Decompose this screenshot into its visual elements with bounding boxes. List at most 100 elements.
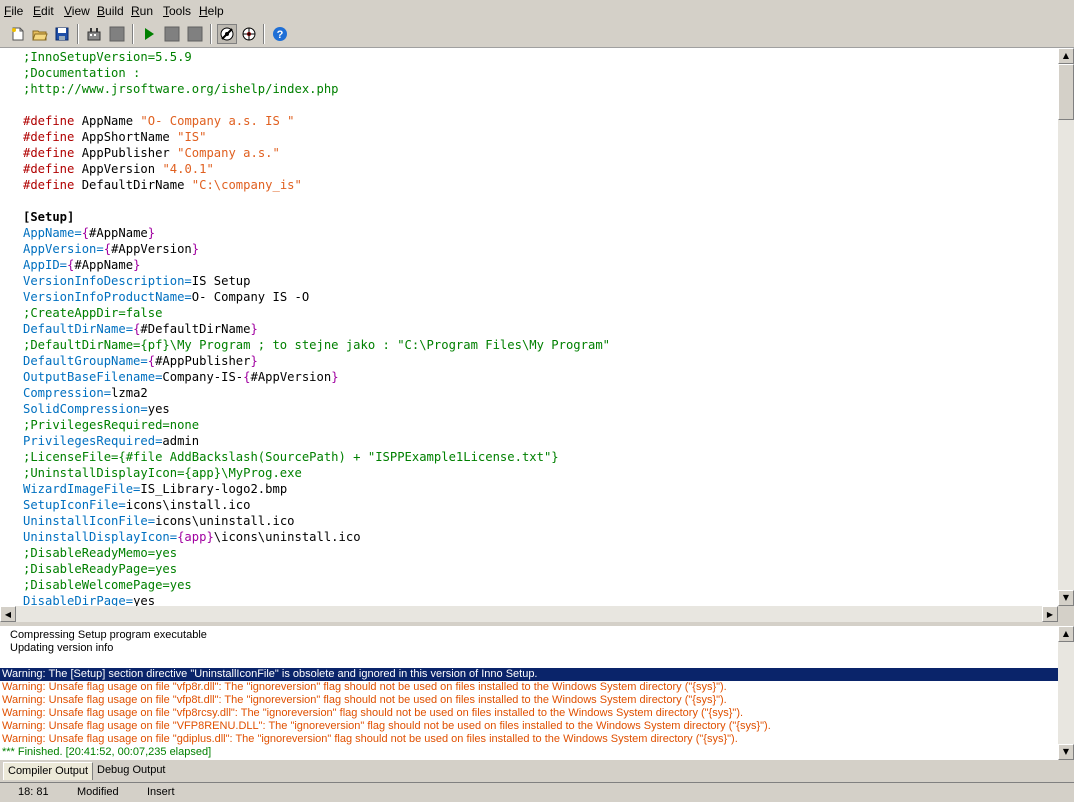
output-line-text: Warning: Unsafe flag usage on file "VFP8… — [2, 720, 771, 732]
output-line[interactable]: Compressing Setup program executable — [0, 629, 1058, 642]
output-scroll-down-button[interactable]: ▼ — [1058, 744, 1074, 760]
menu-view-label: iew — [71, 4, 90, 18]
code-token: #define — [23, 146, 75, 160]
menu-help[interactable]: Help — [199, 4, 224, 18]
code-line: #define AppName "O- Company a.s. IS " — [23, 113, 610, 129]
code-token: ;DefaultDirName={pf}\My Program ; to ste… — [23, 338, 610, 352]
code-token: } — [250, 354, 258, 368]
terminate-icon[interactable] — [185, 24, 205, 44]
code-line: AppVersion={#AppVersion} — [23, 241, 610, 257]
compile-icon[interactable] — [84, 24, 104, 44]
menu-view[interactable]: View — [64, 4, 90, 18]
code-line: #define DefaultDirName "C:\company_is" — [23, 177, 610, 193]
run-icon[interactable] — [139, 24, 159, 44]
pause-icon[interactable] — [162, 24, 182, 44]
code-line: DefaultGroupName={#AppPublisher} — [23, 353, 610, 369]
code-token: ;Documentation : — [23, 66, 141, 80]
code-token: Company-IS- — [162, 370, 244, 384]
output-line-text: Updating version info — [10, 642, 114, 654]
code-token: "IS" — [177, 130, 207, 144]
stop-compile-icon[interactable] — [107, 24, 127, 44]
output-line-text: Warning: Unsafe flag usage on file "vfp8… — [2, 694, 727, 706]
code-token: ;LicenseFile={#file AddBackslash(SourceP… — [23, 450, 559, 464]
code-token: DefaultDirName= — [23, 322, 134, 336]
code-token: AppPublisher — [74, 146, 178, 160]
output-scroll-up-button[interactable]: ▲ — [1058, 626, 1074, 642]
output-line-text: Warning: The [Setup] section directive "… — [2, 668, 538, 680]
output-line[interactable]: *** Finished. [20:41:52, 00:07,235 elaps… — [0, 746, 1058, 759]
code-text: ;InnoSetupVersion=5.5.9 ;Documentation :;… — [23, 49, 610, 606]
output-line[interactable]: Warning: Unsafe flag usage on file "vfp8… — [0, 694, 1058, 707]
toolbar-separator — [263, 24, 265, 44]
code-token: #DefaultDirName — [140, 322, 251, 336]
output-line[interactable]: Warning: The [Setup] section directive "… — [0, 668, 1058, 681]
code-token: #define — [23, 178, 75, 192]
code-token: #AppPublisher — [155, 354, 251, 368]
code-token: "C:\company_is" — [191, 178, 302, 192]
output-line[interactable]: Updating version info — [0, 642, 1058, 655]
target-icon[interactable] — [239, 24, 259, 44]
code-line: ;PrivilegesRequired=none — [23, 417, 610, 433]
menu-run[interactable]: Run — [131, 4, 153, 18]
open-folder-icon[interactable] — [30, 24, 50, 44]
code-line: ;LicenseFile={#file AddBackslash(SourceP… — [23, 449, 610, 465]
scroll-right-button[interactable]: ▶ — [1042, 606, 1058, 622]
code-token: WizardImageFile= — [23, 482, 141, 496]
code-token: "O- Company a.s. IS " — [140, 114, 295, 128]
output-line-text: Warning: Unsafe flag usage on file "gdip… — [2, 733, 738, 745]
code-token: AppID= — [23, 258, 68, 272]
save-icon[interactable] — [52, 24, 72, 44]
code-line: SetupIconFile=icons\install.ico — [23, 497, 610, 513]
code-line: ;DisableReadyMemo=yes — [23, 545, 610, 561]
code-line: DefaultDirName={#DefaultDirName} — [23, 321, 610, 337]
output-line[interactable]: Warning: Unsafe flag usage on file "vfp8… — [0, 681, 1058, 694]
scroll-down-button[interactable]: ▼ — [1058, 590, 1074, 606]
code-line: ;DisableReadyPage=yes — [23, 561, 610, 577]
code-token: IS Setup — [191, 274, 251, 288]
code-token: #define — [23, 114, 75, 128]
code-line: #define AppVersion "4.0.1" — [23, 161, 610, 177]
arrow-down-icon: ▼ — [1062, 747, 1070, 756]
tab-debug-output[interactable]: Debug Output — [93, 762, 170, 779]
editor-vertical-scrollbar[interactable]: ▲ ▼ — [1058, 48, 1074, 606]
code-line: ;InnoSetupVersion=5.5.9 — [23, 49, 610, 65]
menu-edit[interactable]: Edit — [33, 4, 54, 18]
code-token: ;PrivilegesRequired=none — [23, 418, 200, 432]
code-line: OutputBaseFilename=Company-IS-{#AppVersi… — [23, 369, 610, 385]
compiler-output-panel[interactable]: Compressing Setup program executable Upda… — [0, 626, 1058, 760]
help-icon[interactable]: ? — [270, 24, 290, 44]
code-token: } — [191, 242, 200, 256]
output-line[interactable]: Warning: Unsafe flag usage on file "vfp8… — [0, 707, 1058, 720]
code-token: "Company a.s." — [177, 146, 280, 160]
menu-view-mnemonic: V — [64, 4, 72, 18]
output-line[interactable]: Warning: Unsafe flag usage on file "VFP8… — [0, 720, 1058, 733]
code-token: VersionInfoProductName= — [23, 290, 192, 304]
scroll-up-button[interactable]: ▲ — [1058, 48, 1074, 64]
output-line-text: Warning: Unsafe flag usage on file "vfp8… — [2, 707, 744, 719]
menu-help-mnemonic: H — [199, 4, 208, 18]
new-file-icon[interactable] — [8, 24, 28, 44]
menu-file[interactable]: File — [4, 4, 23, 18]
output-line[interactable]: Warning: Unsafe flag usage on file "gdip… — [0, 733, 1058, 746]
editor-horizontal-scrollbar[interactable]: ◀ ▶ — [0, 606, 1058, 622]
compile-options-icon[interactable] — [217, 24, 237, 44]
menu-edit-mnemonic: E — [33, 4, 42, 18]
code-editor[interactable]: ;InnoSetupVersion=5.5.9 ;Documentation :;… — [0, 48, 1058, 606]
tab-compiler-output[interactable]: Compiler Output — [3, 762, 94, 780]
output-vertical-scrollbar[interactable]: ▲ ▼ — [1058, 626, 1074, 760]
scroll-thumb[interactable] — [1058, 64, 1074, 120]
scroll-left-button[interactable]: ◀ — [0, 606, 16, 622]
code-token: { — [103, 242, 112, 256]
code-token: AppVersion= — [23, 242, 104, 256]
code-token: Compression= — [23, 386, 112, 400]
menu-build-label: uild — [105, 4, 124, 18]
code-token: UninstallIconFile= — [23, 514, 156, 528]
output-line[interactable] — [0, 655, 1058, 668]
menu-help-label: elp — [207, 4, 224, 18]
code-token: PrivilegesRequired= — [23, 434, 163, 448]
modified-indicator: Modified — [77, 786, 119, 798]
code-token: #define — [23, 162, 75, 176]
menu-build[interactable]: Build — [97, 4, 124, 18]
menu-tools[interactable]: Tools — [163, 4, 191, 18]
